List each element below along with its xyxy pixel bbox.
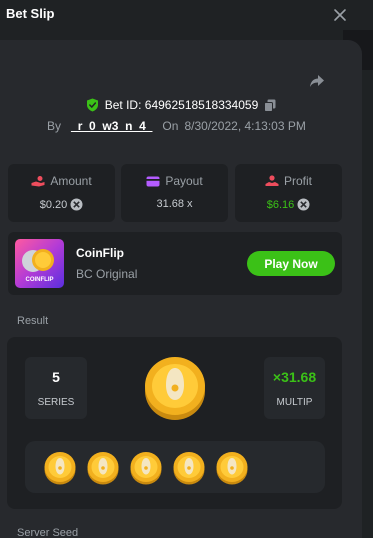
payout-head: Payout (121, 174, 228, 188)
bet-id-value: 64962518518334059 (144, 98, 259, 112)
coin-result-icon (87, 452, 119, 485)
game-subtitle: BC Original (76, 267, 138, 281)
on-label: On (162, 119, 179, 133)
coin-flip-results (25, 441, 325, 493)
coin-result-icon (130, 452, 162, 485)
profit-label: Profit (283, 174, 312, 188)
page-title: Bet Slip (6, 6, 55, 21)
server-seed-label: Server Seed (17, 527, 79, 538)
bet-id-label: Bet ID: (104, 98, 142, 112)
game-thumbnail[interactable]: COINFLIP (15, 239, 64, 288)
play-now-button[interactable]: Play Now (247, 251, 335, 276)
bet-datetime: 8/30/2022, 4:13:03 PM (184, 119, 306, 133)
close-icon[interactable] (331, 6, 349, 24)
bet-id-row: Bet ID: 64962518518334059 (0, 96, 362, 114)
amount-card: Amount $0.20 (8, 164, 115, 222)
payout-icon (146, 176, 160, 186)
share-icon[interactable] (308, 72, 326, 90)
coin-result-icon (173, 452, 205, 485)
multiplier-box: ×31.68 MULTIP (264, 357, 325, 419)
payout-card: Payout 31.68 x (121, 164, 228, 222)
amount-value-row: $0.20 (8, 198, 115, 211)
coin-result-icon (216, 452, 248, 485)
coin-icon (297, 198, 310, 211)
game-card: COINFLIP CoinFlip BC Original Play Now (8, 232, 342, 295)
big-coin-icon (145, 357, 205, 420)
multiplier-value: ×31.68 (272, 369, 317, 385)
coinflip-logo-icon: COINFLIP (22, 249, 54, 283)
series-label: SERIES (37, 397, 75, 408)
header: Bet Slip (0, 0, 373, 40)
shield-check-icon (86, 98, 98, 112)
by-row: By _r_0_w3_n_4_ On 8/30/2022, 4:13:03 PM (47, 118, 306, 134)
username-link[interactable]: _r_0_w3_n_4_ (67, 119, 156, 133)
amount-head: Amount (8, 174, 115, 188)
series-value: 5 (52, 369, 60, 385)
result-section-label: Result (17, 315, 49, 327)
profit-card: Profit $6.16 (235, 164, 342, 222)
stats-row: Amount $0.20 Payout 31.68 x Profit $6.16 (8, 164, 342, 222)
result-box: 5 SERIES ×31.68 MULTIP (7, 337, 342, 509)
copy-icon[interactable] (264, 99, 276, 112)
coin-icon (70, 198, 83, 211)
payout-value: 31.68 x (156, 198, 193, 210)
game-name: CoinFlip (76, 246, 124, 260)
amount-icon (31, 176, 45, 187)
series-box: 5 SERIES (25, 357, 87, 419)
game-thumb-label: COINFLIP (26, 277, 54, 283)
profit-value-row: $6.16 (235, 198, 342, 211)
profit-icon (265, 175, 279, 186)
amount-value: $0.20 (39, 198, 68, 211)
coin-result-icon (44, 452, 76, 485)
payout-label: Payout (165, 174, 203, 188)
profit-value: $6.16 (266, 198, 295, 211)
multiplier-label: MULTIP (276, 397, 313, 408)
amount-label: Amount (50, 174, 92, 188)
payout-value-row: 31.68 x (121, 198, 228, 210)
bet-id-text: Bet ID: 64962518518334059 (105, 98, 259, 112)
by-label: By (47, 119, 62, 133)
profit-head: Profit (235, 174, 342, 188)
